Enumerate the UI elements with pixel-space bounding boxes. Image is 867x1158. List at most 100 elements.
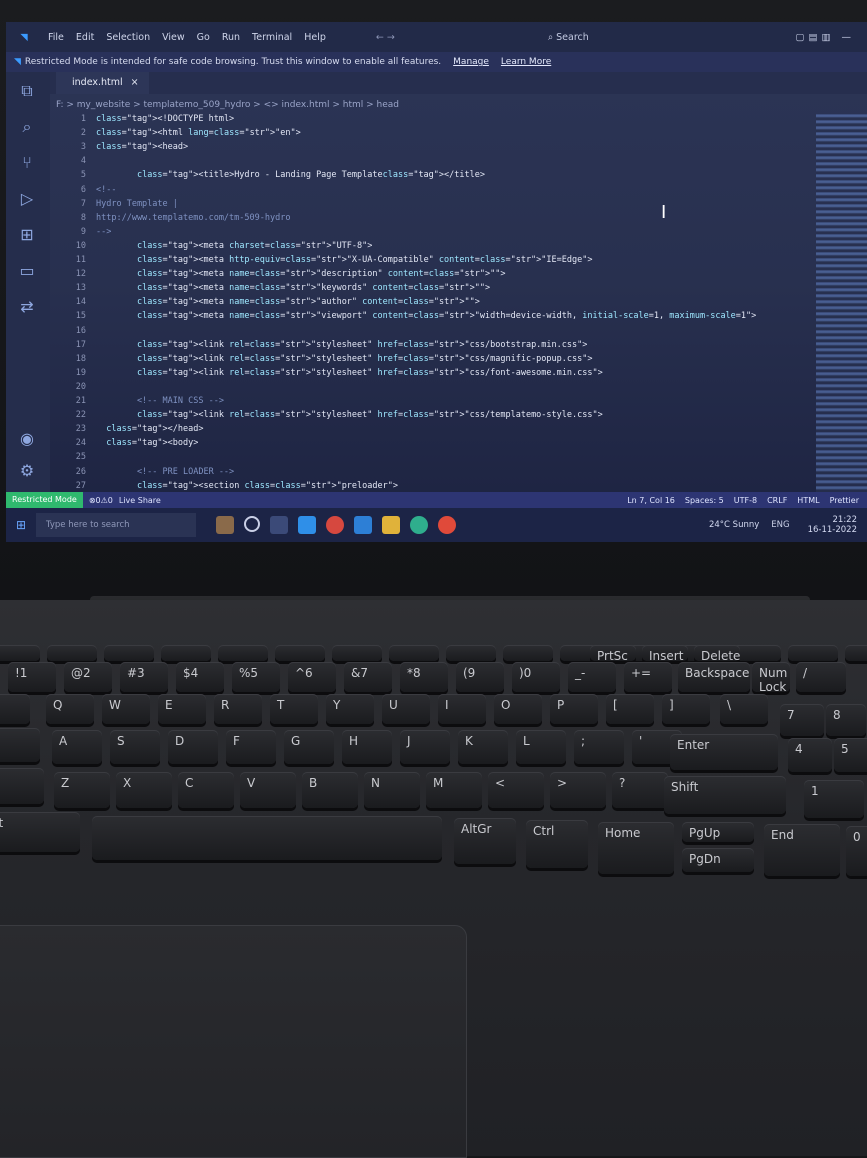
numpad-key[interactable]: 5 [834, 738, 867, 772]
function-key[interactable] [275, 645, 325, 661]
indentation[interactable]: Spaces: 5 [685, 496, 724, 505]
code-line[interactable]: Hydro Template | [96, 199, 178, 209]
menu-run[interactable]: Run [222, 32, 240, 43]
letter-key[interactable]: I [438, 694, 486, 724]
live-share-status[interactable]: Live Share [119, 496, 161, 505]
letter-key[interactable]: P [550, 694, 598, 724]
pgdn-key[interactable]: PgDn [682, 848, 754, 872]
function-key[interactable] [788, 645, 838, 661]
letter-key[interactable]: M [426, 772, 482, 808]
encoding[interactable]: UTF-8 [734, 496, 757, 505]
numpad-key[interactable]: 8 [826, 704, 866, 736]
cursor-position[interactable]: Ln 7, Col 16 [627, 496, 675, 505]
number-key[interactable]: )0 [512, 662, 560, 692]
weather-widget[interactable]: 24°C Sunny [709, 520, 759, 530]
menu-view[interactable]: View [162, 32, 185, 43]
command-search[interactable]: ⌕ Search [545, 32, 589, 43]
number-key[interactable]: $4 [176, 662, 224, 692]
code-line[interactable]: class="tag"><link rel=class="str">"style… [96, 410, 603, 420]
extensions-icon[interactable]: ⊞ [16, 224, 38, 246]
altgr-key[interactable]: AltGr [454, 818, 516, 864]
window-controls-icon[interactable]: ▢▤▥ — [796, 32, 855, 43]
function-key[interactable] [104, 645, 154, 661]
code-line[interactable]: <!-- MAIN CSS --> [96, 396, 224, 406]
caps-key[interactable] [0, 728, 40, 762]
letter-key[interactable]: H [342, 730, 392, 764]
numpad-key[interactable]: 1 [804, 780, 864, 818]
breadcrumb[interactable]: F: > my_website > templatemo_509_hydro >… [56, 100, 399, 110]
code-line[interactable]: http://www.templatemo.com/tm-509-hydro [96, 213, 290, 223]
code-line[interactable]: class="tag"><link rel=class="str">"style… [96, 354, 593, 364]
code-line[interactable]: class="tag"><section class=class="str">"… [96, 481, 398, 491]
code-line[interactable]: class="tag"><meta name=class="str">"desc… [96, 269, 506, 279]
letter-key[interactable]: ] [662, 694, 710, 724]
function-key[interactable] [389, 645, 439, 661]
letter-key[interactable]: Q [46, 694, 94, 724]
end-key[interactable]: End [764, 824, 840, 876]
code-line[interactable]: --> [96, 227, 111, 237]
letter-key[interactable]: N [364, 772, 420, 808]
number-key[interactable]: %5 [232, 662, 280, 692]
space-bar[interactable] [92, 816, 442, 860]
clock[interactable]: 21:22 16-11-2022 [808, 515, 857, 535]
language-mode[interactable]: HTML [797, 496, 819, 505]
numpad-key[interactable]: / [796, 662, 846, 692]
menu-edit[interactable]: Edit [76, 32, 94, 43]
letter-key[interactable]: V [240, 772, 296, 808]
manage-link[interactable]: Manage [453, 57, 489, 67]
code-line[interactable]: class="tag"><html lang=class="str">"en"> [96, 128, 301, 138]
chrome-icon[interactable] [438, 516, 456, 534]
live-share-icon[interactable]: ⇄ [16, 296, 38, 318]
letter-key[interactable]: X [116, 772, 172, 808]
account-icon[interactable]: ◉ [16, 428, 38, 450]
right-shift-key[interactable]: Shift [664, 776, 786, 814]
app-thumbnail-icon[interactable] [216, 516, 234, 534]
number-key[interactable]: (9 [456, 662, 504, 692]
letter-key[interactable]: R [214, 694, 262, 724]
search-icon[interactable]: ⌕ [16, 116, 38, 138]
number-key[interactable]: _- [568, 662, 616, 692]
edge-icon[interactable] [410, 516, 428, 534]
line-ending[interactable]: CRLF [767, 496, 787, 505]
letter-key[interactable]: ? [612, 772, 668, 808]
letter-key[interactable]: O [494, 694, 542, 724]
backslash-key[interactable]: \ [720, 694, 768, 724]
nav-back-forward-icon[interactable]: ← → [376, 32, 395, 43]
function-key[interactable] [47, 645, 97, 661]
number-key[interactable]: *8 [400, 662, 448, 692]
cortana-icon[interactable] [244, 516, 260, 532]
home-key[interactable]: Home [598, 822, 674, 874]
opera-icon[interactable] [326, 516, 344, 534]
letter-key[interactable]: L [516, 730, 566, 764]
touchpad[interactable] [0, 925, 467, 1158]
code-line[interactable]: <!-- [96, 185, 116, 195]
letter-key[interactable]: G [284, 730, 334, 764]
letter-key[interactable]: B [302, 772, 358, 808]
letter-key[interactable]: ; [574, 730, 624, 764]
problems-count[interactable]: ⊗0⚠0 [89, 496, 113, 505]
numpad-key[interactable]: 4 [788, 738, 832, 772]
menu-file[interactable]: File [48, 32, 64, 43]
file-explorer-icon[interactable] [382, 516, 400, 534]
enter-key[interactable]: Enter [670, 734, 778, 770]
learn-more-link[interactable]: Learn More [501, 57, 551, 67]
source-control-icon[interactable]: ⑂ [16, 152, 38, 174]
code-line[interactable]: class="tag"><meta charset=class="str">"U… [96, 241, 372, 251]
numpad-key[interactable]: 0 [846, 826, 867, 876]
code-line[interactable]: class="tag"><meta name=class="str">"keyw… [96, 283, 490, 293]
number-key[interactable]: += [624, 662, 672, 692]
settings-gear-icon[interactable]: ⚙ [16, 460, 38, 482]
letter-key[interactable]: K [458, 730, 508, 764]
letter-key[interactable]: S [110, 730, 160, 764]
explorer-icon[interactable]: ⧉ [16, 80, 38, 102]
windows-start-icon[interactable]: ⊞ [6, 518, 36, 532]
pgup-key[interactable]: PgUp [682, 822, 754, 842]
letter-key[interactable]: C [178, 772, 234, 808]
code-line[interactable]: <!-- PRE LOADER --> [96, 467, 234, 477]
tab-index-html[interactable]: index.html × [56, 72, 149, 94]
menu-selection[interactable]: Selection [106, 32, 150, 43]
function-key[interactable] [845, 645, 867, 661]
letter-key[interactable]: T [270, 694, 318, 724]
number-key[interactable]: !1 [8, 662, 56, 692]
alt-key[interactable]: Alt [0, 812, 80, 852]
